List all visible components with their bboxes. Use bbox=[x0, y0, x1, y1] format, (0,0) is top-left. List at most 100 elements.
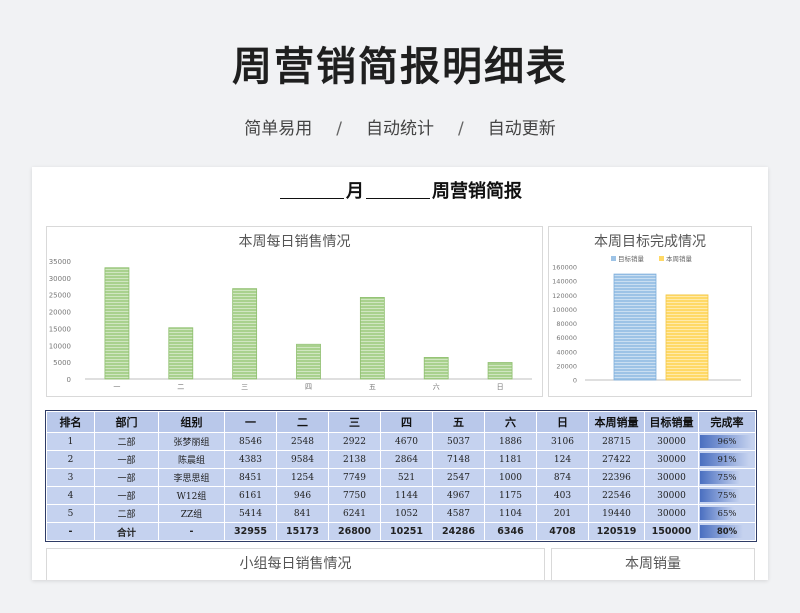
table-cell[interactable]: 521 bbox=[380, 468, 433, 487]
table-cell[interactable]: 874 bbox=[536, 468, 589, 487]
completion-rate-cell[interactable]: 91% bbox=[698, 450, 756, 469]
month-blank[interactable] bbox=[280, 182, 344, 199]
completion-rate-text: 91% bbox=[717, 454, 737, 465]
table-cell[interactable]: 4383 bbox=[224, 450, 277, 469]
completion-rate-cell[interactable]: 75% bbox=[698, 468, 756, 487]
table-cell[interactable]: 1254 bbox=[276, 468, 329, 487]
table-cell[interactable]: 4670 bbox=[380, 432, 433, 451]
table-cell[interactable]: 30000 bbox=[644, 486, 699, 505]
y-tick-label: 20000 bbox=[556, 362, 577, 370]
bar bbox=[359, 297, 385, 380]
column-header: 完成率 bbox=[698, 411, 756, 433]
table-cell[interactable]: 一部 bbox=[94, 468, 159, 487]
table-row: 1 二部 张梦丽组 8546 2548 2922 4670 5037 1886 3106 28715… bbox=[46, 432, 756, 451]
table-cell[interactable]: 张梦丽组 bbox=[158, 432, 225, 451]
completion-rate-cell[interactable]: 96% bbox=[698, 432, 756, 451]
table-cell[interactable]: 4587 bbox=[432, 504, 485, 523]
bar bbox=[665, 294, 709, 381]
table-cell[interactable]: 6161 bbox=[224, 486, 277, 505]
table-cell[interactable]: 30000 bbox=[644, 468, 699, 487]
table-cell[interactable]: 3106 bbox=[536, 432, 589, 451]
table-cell[interactable]: 1144 bbox=[380, 486, 433, 505]
table-body: 1 二部 张梦丽组 8546 2548 2922 4670 5037 1886 3106 28715… bbox=[46, 432, 756, 541]
table-cell[interactable]: 2922 bbox=[328, 432, 381, 451]
table-cell[interactable]: 27422 bbox=[588, 450, 645, 469]
table-cell[interactable]: 120519 bbox=[588, 522, 645, 541]
bar bbox=[423, 357, 449, 380]
table-cell[interactable]: 3 bbox=[46, 468, 95, 487]
table-cell[interactable]: 5 bbox=[46, 504, 95, 523]
table-cell[interactable]: 15173 bbox=[276, 522, 329, 541]
table-cell[interactable]: 6346 bbox=[484, 522, 537, 541]
table-cell[interactable]: 2138 bbox=[328, 450, 381, 469]
table-cell[interactable]: 2548 bbox=[276, 432, 329, 451]
table-cell[interactable]: 1181 bbox=[484, 450, 537, 469]
week-blank[interactable] bbox=[366, 182, 430, 199]
completion-rate-cell[interactable]: 65% bbox=[698, 504, 756, 523]
table-cell[interactable]: 8546 bbox=[224, 432, 277, 451]
table-cell[interactable]: 28715 bbox=[588, 432, 645, 451]
table-cell[interactable]: 30000 bbox=[644, 450, 699, 469]
table-cell[interactable]: 1175 bbox=[484, 486, 537, 505]
table-cell[interactable]: - bbox=[46, 522, 95, 541]
bar bbox=[168, 327, 194, 380]
table-cell[interactable]: 1886 bbox=[484, 432, 537, 451]
table-cell[interactable]: ZZ组 bbox=[158, 504, 225, 523]
table-cell[interactable]: 946 bbox=[276, 486, 329, 505]
table-cell[interactable]: 一部 bbox=[94, 450, 159, 469]
table-cell[interactable]: 5414 bbox=[224, 504, 277, 523]
table-cell[interactable]: 4708 bbox=[536, 522, 589, 541]
table-cell[interactable]: 2 bbox=[46, 450, 95, 469]
legend-label: 目标销量 bbox=[618, 254, 645, 263]
bar bbox=[104, 267, 130, 380]
table-cell[interactable]: 陈晨组 bbox=[158, 450, 225, 469]
table-cell[interactable]: 22546 bbox=[588, 486, 645, 505]
table-cell[interactable]: 10251 bbox=[380, 522, 433, 541]
table-cell[interactable]: W12组 bbox=[158, 486, 225, 505]
table-cell[interactable]: 150000 bbox=[644, 522, 699, 541]
y-tick-label: 10000 bbox=[49, 342, 71, 350]
table-cell[interactable]: 5037 bbox=[432, 432, 485, 451]
table-cell[interactable]: - bbox=[158, 522, 225, 541]
completion-rate-cell[interactable]: 75% bbox=[698, 486, 756, 505]
table-cell[interactable]: 二部 bbox=[94, 504, 159, 523]
subtitle: 简单易用 / 自动统计 / 自动更新 bbox=[0, 114, 800, 139]
table-cell[interactable]: 一部 bbox=[94, 486, 159, 505]
column-header: 排名 bbox=[46, 411, 95, 433]
table-cell[interactable]: 7148 bbox=[432, 450, 485, 469]
x-tick-label: 五 bbox=[369, 383, 376, 391]
x-tick-label: 三 bbox=[241, 383, 248, 391]
table-cell[interactable]: 1 bbox=[46, 432, 95, 451]
completion-rate-cell[interactable]: 80% bbox=[698, 522, 756, 541]
table-cell[interactable]: 1000 bbox=[484, 468, 537, 487]
column-header: 一 bbox=[224, 411, 277, 433]
table-cell[interactable]: 9584 bbox=[276, 450, 329, 469]
table-cell[interactable]: 7750 bbox=[328, 486, 381, 505]
report-sheet: 月周营销简报 本周每日销售情况 0 5000 10000 15000 20000 2500… bbox=[32, 167, 768, 580]
table-cell[interactable]: 841 bbox=[276, 504, 329, 523]
table-cell[interactable]: 19440 bbox=[588, 504, 645, 523]
table-cell[interactable]: 李思思组 bbox=[158, 468, 225, 487]
table-cell[interactable]: 22396 bbox=[588, 468, 645, 487]
table-cell[interactable]: 合计 bbox=[94, 522, 159, 541]
table-cell[interactable]: 2864 bbox=[380, 450, 433, 469]
y-tick-label: 30000 bbox=[49, 275, 71, 283]
table-cell[interactable]: 1104 bbox=[484, 504, 537, 523]
table-cell[interactable]: 7749 bbox=[328, 468, 381, 487]
table-cell[interactable]: 403 bbox=[536, 486, 589, 505]
table-cell[interactable]: 二部 bbox=[94, 432, 159, 451]
table-cell[interactable]: 4967 bbox=[432, 486, 485, 505]
completion-rate-text: 75% bbox=[717, 490, 737, 501]
table-cell[interactable]: 30000 bbox=[644, 432, 699, 451]
table-cell[interactable]: 6241 bbox=[328, 504, 381, 523]
table-cell[interactable]: 2547 bbox=[432, 468, 485, 487]
table-cell[interactable]: 8451 bbox=[224, 468, 277, 487]
table-cell[interactable]: 26800 bbox=[328, 522, 381, 541]
table-cell[interactable]: 24286 bbox=[432, 522, 485, 541]
table-cell[interactable]: 124 bbox=[536, 450, 589, 469]
table-cell[interactable]: 201 bbox=[536, 504, 589, 523]
table-cell[interactable]: 4 bbox=[46, 486, 95, 505]
table-cell[interactable]: 30000 bbox=[644, 504, 699, 523]
table-cell[interactable]: 32955 bbox=[224, 522, 277, 541]
table-cell[interactable]: 1052 bbox=[380, 504, 433, 523]
